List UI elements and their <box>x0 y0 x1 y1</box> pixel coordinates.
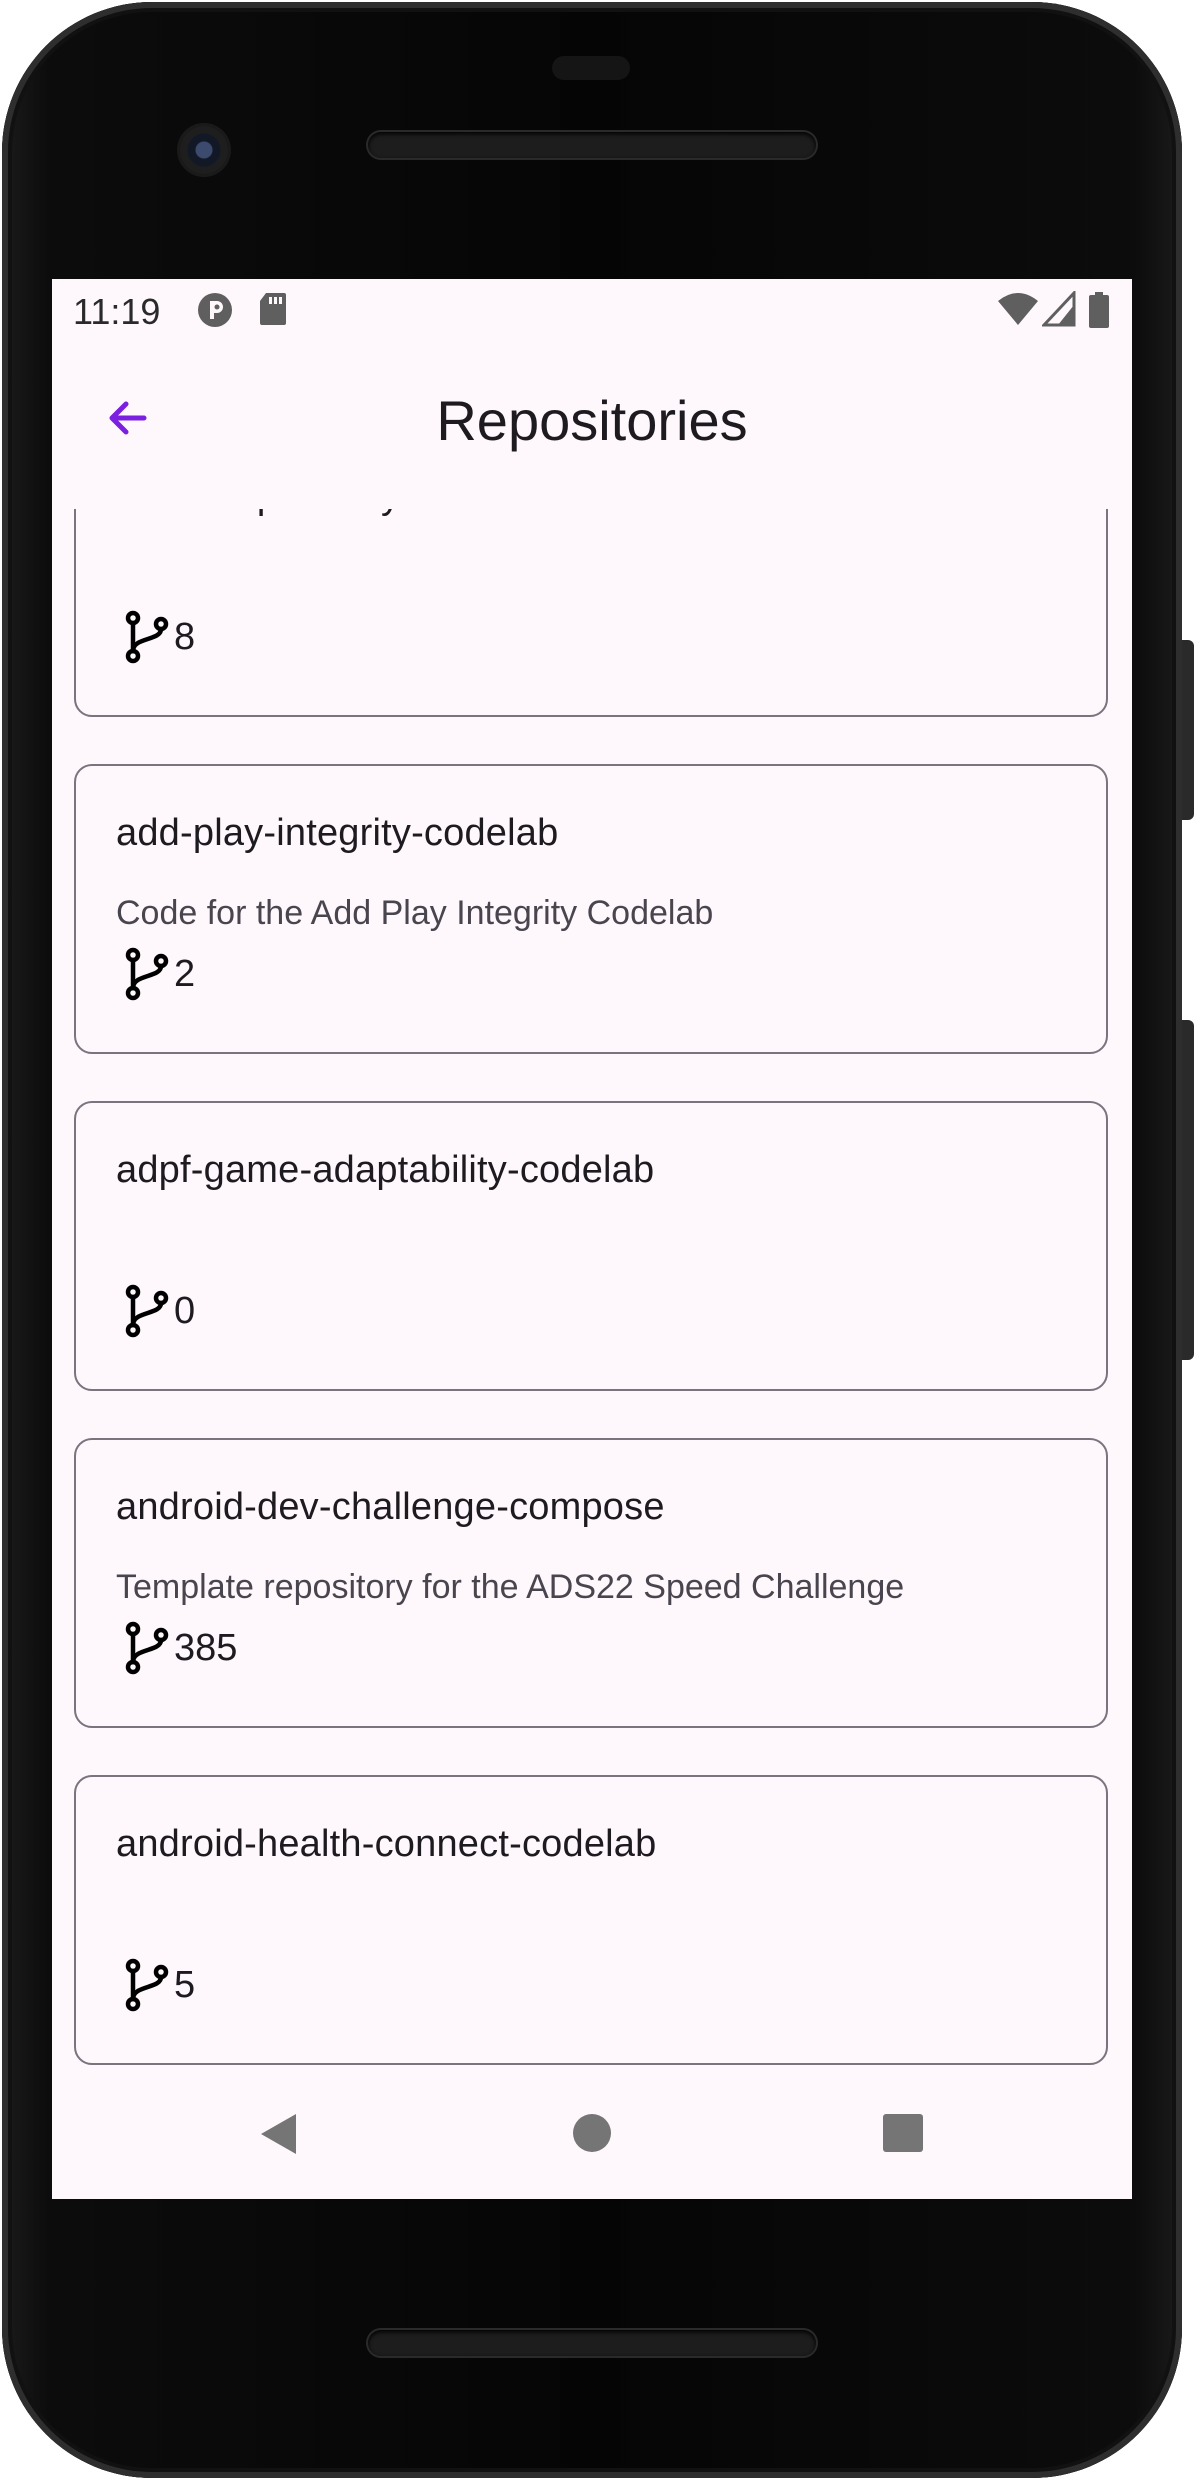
cell-signal-icon <box>1040 289 1076 332</box>
fork-icon <box>125 947 169 1001</box>
fork-count: 0 <box>174 1289 196 1332</box>
nav-home-button[interactable] <box>572 2113 612 2158</box>
bottom-speaker <box>368 2330 816 2356</box>
status-bar: 11:19 <box>52 279 1132 342</box>
fork-count: 8 <box>174 615 196 658</box>
repository-description: Code for the Add Play Integrity Codelab <box>116 894 714 932</box>
repository-description: Template repository for the ADS22 Speed … <box>116 1568 905 1606</box>
sensor <box>552 56 630 80</box>
wifi-icon <box>996 291 1040 332</box>
fork-icon <box>125 1621 169 1675</box>
system-navigation-bar <box>52 2069 1132 2199</box>
top-app-bar: Repositories <box>52 342 1132 502</box>
earpiece-speaker <box>368 132 816 158</box>
page-title: Repositories <box>436 389 748 452</box>
screen: 11:19 Repositories 8 add-play-integrity-… <box>52 279 1132 2199</box>
front-camera <box>180 126 228 174</box>
fork-count: 2 <box>174 952 196 995</box>
fork-info: 8 <box>120 609 195 665</box>
repository-name: add-adaptive-layouts <box>116 509 473 518</box>
volume-button <box>1182 1020 1194 1360</box>
play-protect-icon <box>196 291 234 334</box>
repository-name: adpf-game-adaptability-codelab <box>116 1149 655 1191</box>
power-button <box>1182 640 1194 820</box>
repository-name: add-play-integrity-codelab <box>116 812 559 854</box>
fork-count: 5 <box>174 1963 196 2006</box>
repository-card[interactable]: add-play-integrity-codelab Code for the … <box>74 764 1108 1054</box>
fork-info: 385 <box>120 1620 237 1676</box>
repository-card[interactable]: android-dev-challenge-compose Template r… <box>74 1438 1108 1728</box>
battery-icon <box>1088 291 1110 334</box>
sd-card-icon <box>258 291 288 332</box>
fork-icon <box>125 1958 169 2012</box>
fork-info: 2 <box>120 946 195 1002</box>
fork-count: 385 <box>174 1626 238 1669</box>
fork-info: 0 <box>120 1283 195 1339</box>
repository-card[interactable]: android-health-connect-codelab 5 <box>74 1775 1108 2065</box>
circle-home-icon <box>573 2114 611 2152</box>
repository-name: android-dev-challenge-compose <box>116 1486 665 1528</box>
fork-info: 5 <box>120 1957 195 2013</box>
repository-card[interactable]: add-adaptive-layouts 8 <box>74 509 1108 717</box>
fork-icon <box>125 1284 169 1338</box>
fork-icon <box>125 610 169 664</box>
square-recents-icon <box>883 2114 923 2152</box>
repository-card[interactable]: adpf-game-adaptability-codelab 0 <box>74 1101 1108 1391</box>
nav-recents-button[interactable] <box>882 2113 924 2158</box>
status-time: 11:19 <box>73 291 161 332</box>
phone-frame: 11:19 Repositories 8 add-play-integrity-… <box>0 0 1194 2480</box>
nav-back-button[interactable] <box>256 2111 300 2162</box>
repository-list[interactable]: add-adaptive-layouts 8 <box>52 509 1132 2069</box>
triangle-back-icon <box>261 2114 296 2154</box>
repository-name: android-health-connect-codelab <box>116 1823 657 1865</box>
